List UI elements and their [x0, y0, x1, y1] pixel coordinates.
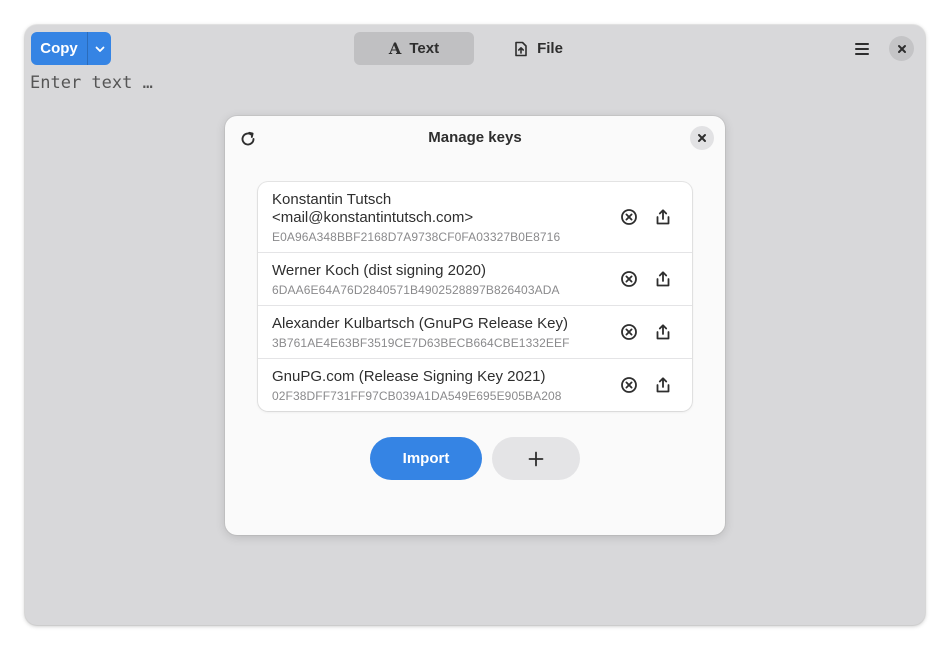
close-icon — [698, 134, 706, 142]
remove-key-button[interactable] — [620, 270, 638, 288]
copy-split-button: Copy — [31, 32, 111, 65]
close-icon — [897, 44, 906, 53]
share-export-icon — [656, 271, 670, 287]
key-fingerprint: E0A96A348BBF2168D7A9738CF0FA03327B0E8716 — [272, 230, 561, 244]
remove-circle-icon — [621, 324, 637, 340]
key-list: Konstantin Tutsch <mail@konstantintutsch… — [258, 182, 692, 411]
key-actions — [620, 208, 672, 226]
remove-key-button[interactable] — [620, 323, 638, 341]
chevron-down-icon — [95, 46, 104, 52]
key-fingerprint: 6DAA6E64A76D2840571B4902528897B826403ADA — [272, 283, 560, 297]
mode-switcher: A Text File — [354, 32, 598, 65]
text-format-icon: A — [388, 39, 402, 58]
export-key-button[interactable] — [654, 270, 672, 288]
key-actions — [620, 323, 672, 341]
remove-circle-icon — [621, 271, 637, 287]
manage-keys-dialog: Manage keys Konstantin Tutsch <mail@kons… — [225, 116, 725, 535]
remove-circle-icon — [621, 377, 637, 393]
hamburger-menu-icon — [855, 43, 869, 55]
key-row: Werner Koch (dist signing 2020) 6DAA6E64… — [258, 252, 692, 305]
tab-text[interactable]: A Text — [354, 32, 474, 65]
dialog-actions: Import — [370, 437, 580, 480]
file-upload-icon — [515, 41, 527, 56]
key-row: Konstantin Tutsch <mail@konstantintutsch… — [258, 182, 692, 252]
key-name: Werner Koch (dist signing 2020) — [272, 262, 486, 279]
tab-file-label: File — [537, 40, 563, 57]
key-fingerprint: 02F38DFF731FF97CB039A1DA549E695E905BA208 — [272, 389, 562, 403]
key-name: Konstantin Tutsch <mail@konstantintutsch… — [272, 191, 474, 226]
share-export-icon — [656, 377, 670, 393]
copy-options-button[interactable] — [87, 32, 111, 65]
copy-button[interactable]: Copy — [31, 32, 87, 65]
window-close-button[interactable] — [889, 36, 914, 61]
share-export-icon — [656, 324, 670, 340]
key-row: GnuPG.com (Release Signing Key 2021) 02F… — [258, 358, 692, 411]
plus-icon — [528, 451, 544, 466]
tab-file[interactable]: File — [478, 32, 598, 65]
tab-text-label: Text — [409, 40, 440, 57]
key-actions — [620, 376, 672, 394]
export-key-button[interactable] — [654, 208, 672, 226]
key-fingerprint: 3B761AE4E63BF3519CE7D63BECB664CBE1332EEF — [272, 336, 570, 350]
main-menu-button[interactable] — [846, 34, 878, 64]
remove-key-button[interactable] — [620, 376, 638, 394]
dialog-title: Manage keys — [428, 129, 522, 146]
text-input[interactable]: Enter text … — [30, 73, 153, 93]
export-key-button[interactable] — [654, 376, 672, 394]
remove-circle-icon — [621, 209, 637, 225]
key-name: Alexander Kulbartsch (GnuPG Release Key) — [272, 315, 568, 332]
dialog-close-button[interactable] — [690, 126, 714, 150]
key-name: GnuPG.com (Release Signing Key 2021) — [272, 368, 546, 385]
export-key-button[interactable] — [654, 323, 672, 341]
key-row: Alexander Kulbartsch (GnuPG Release Key)… — [258, 305, 692, 358]
import-button[interactable]: Import — [370, 437, 482, 480]
main-window: Copy A Text File Enter text … Manage key… — [25, 25, 925, 625]
share-export-icon — [656, 209, 670, 225]
add-key-button[interactable] — [492, 437, 580, 480]
key-actions — [620, 270, 672, 288]
remove-key-button[interactable] — [620, 208, 638, 226]
